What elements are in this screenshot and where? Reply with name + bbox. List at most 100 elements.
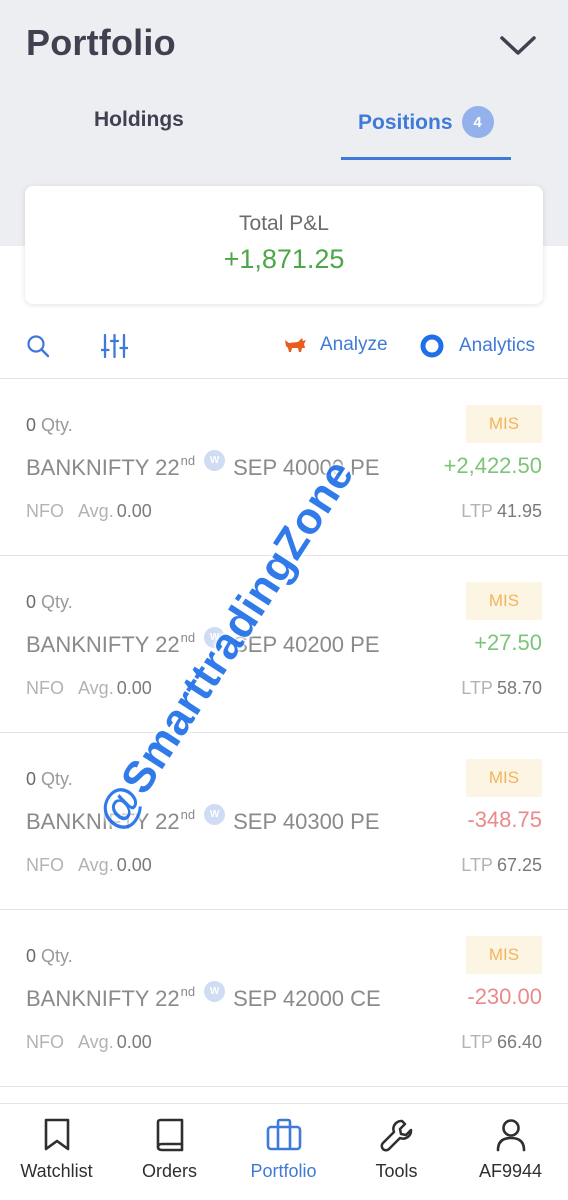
divider	[0, 909, 568, 910]
exchange-avg: NFO Avg. 0.00	[26, 501, 152, 522]
exchange: NFO	[26, 678, 64, 698]
qty-unit: Qty.	[41, 946, 73, 966]
avg-value: 0.00	[116, 678, 152, 698]
tab-holdings[interactable]: Holdings	[94, 108, 184, 132]
avg-value: 0.00	[116, 501, 152, 521]
product-badge: MIS	[466, 582, 542, 620]
chevron-down-icon[interactable]	[498, 30, 538, 60]
ltp: LTP 41.95	[461, 501, 542, 522]
position-pnl: +2,422.50	[443, 453, 542, 478]
instrument-name: BANKNIFTY 22nd W SEP 42000 CE	[26, 981, 381, 1012]
ltp: LTP 58.70	[461, 678, 542, 699]
position-pnl: +27.50	[474, 630, 542, 655]
briefcase-icon	[266, 1118, 301, 1151]
nav-account-label: AF9944	[478, 1161, 543, 1181]
contract: SEP 42000 CE	[233, 986, 381, 1011]
nav-watchlist-label: Watchlist	[20, 1161, 93, 1181]
nav-orders-label: Orders	[141, 1161, 197, 1181]
nav-portfolio-label: Portfolio	[250, 1161, 317, 1181]
avg-label: Avg.	[78, 678, 114, 698]
date-suffix: nd	[180, 630, 196, 645]
product-badge: MIS	[466, 936, 542, 974]
wrench-icon	[380, 1119, 412, 1152]
ltp: LTP 67.25	[461, 855, 542, 876]
ltp-label: LTP	[461, 501, 493, 521]
position-pnl: -348.75	[467, 807, 542, 832]
nav-tools-label: Tools	[375, 1161, 418, 1181]
avg-value: 0.00	[116, 855, 152, 875]
ltp-value: 58.70	[496, 678, 542, 698]
contract: SEP 40300 PE	[233, 809, 380, 834]
active-tab-indicator	[341, 157, 511, 160]
ltp-label: LTP	[461, 1032, 493, 1052]
bottom-nav: Watchlist Orders Portfolio Tools AF9944	[0, 1103, 568, 1200]
ltp: LTP 66.40	[461, 1032, 542, 1053]
exchange: NFO	[26, 1032, 64, 1052]
weekly-badge: W	[204, 804, 226, 825]
exchange: NFO	[26, 855, 64, 875]
qty-value: 0	[26, 415, 37, 435]
page-title: Portfolio	[26, 22, 176, 63]
exchange-avg: NFO Avg. 0.00	[26, 1032, 152, 1053]
user-icon	[496, 1119, 525, 1152]
analytics-ring-icon	[420, 334, 444, 358]
weekly-badge: W	[204, 981, 226, 1002]
exchange-avg: NFO Avg. 0.00	[26, 678, 152, 699]
search-icon[interactable]	[26, 334, 50, 358]
ltp-value: 67.25	[496, 855, 542, 875]
qty-unit: Qty.	[41, 769, 73, 789]
date-suffix: nd	[180, 807, 196, 822]
analyze-button[interactable]: Analyze	[283, 334, 388, 356]
qty-text: 0 Qty.	[26, 946, 73, 967]
sliders-icon[interactable]	[101, 333, 128, 359]
analytics-button[interactable]: Analytics	[420, 334, 535, 358]
divider	[0, 378, 568, 379]
positions-count-badge: 4	[461, 106, 494, 138]
qty-text: 0 Qty.	[26, 769, 73, 790]
total-pnl-card: Total P&L +1,871.25	[25, 186, 543, 304]
nav-tools[interactable]: Tools	[340, 1118, 453, 1182]
product-badge: MIS	[466, 759, 542, 797]
date-suffix: nd	[180, 453, 196, 468]
avg-label: Avg.	[78, 501, 114, 521]
date-suffix: nd	[180, 984, 196, 999]
instrument-name: BANKNIFTY 22nd W SEP 40300 PE	[26, 804, 380, 835]
qty-unit: Qty.	[41, 592, 73, 612]
nav-orders[interactable]: Orders	[113, 1118, 226, 1182]
ltp-label: LTP	[461, 855, 493, 875]
nav-portfolio[interactable]: Portfolio	[227, 1118, 340, 1182]
ltp-value: 66.40	[496, 1032, 542, 1052]
position-pnl: -230.00	[467, 984, 542, 1009]
qty-value: 0	[26, 946, 37, 966]
tab-positions-label: Positions	[358, 111, 453, 134]
qty-value: 0	[26, 592, 37, 612]
qty-text: 0 Qty.	[26, 592, 73, 613]
divider	[0, 1086, 568, 1087]
avg-label: Avg.	[78, 855, 114, 875]
weekly-badge: W	[204, 450, 226, 471]
avg-label: Avg.	[78, 1032, 114, 1052]
book-icon	[156, 1118, 183, 1152]
exchange: NFO	[26, 501, 64, 521]
tab-positions[interactable]: Positions 4	[358, 106, 494, 138]
product-badge: MIS	[466, 405, 542, 443]
divider	[0, 732, 568, 733]
nav-watchlist[interactable]: Watchlist	[0, 1118, 113, 1182]
ltp-value: 41.95	[496, 501, 542, 521]
bull-icon	[285, 338, 306, 352]
symbol: BANKNIFTY 22	[26, 455, 180, 480]
avg-value: 0.00	[116, 1032, 152, 1052]
analytics-label: Analytics	[459, 335, 536, 356]
ltp-label: LTP	[461, 678, 493, 698]
exchange-avg: NFO Avg. 0.00	[26, 855, 152, 876]
qty-value: 0	[26, 769, 37, 789]
total-pnl-label: Total P&L	[239, 212, 329, 235]
position-row[interactable]: 0 Qty. BANKNIFTY 22nd W SEP 42000 CE NFO Av…	[0, 928, 568, 1104]
nav-account[interactable]: AF9944	[454, 1118, 567, 1182]
analyze-label: Analyze	[320, 334, 388, 355]
position-row[interactable]: 0 Qty. BANKNIFTY 22nd W SEP 40300 PE NFO Av…	[0, 751, 568, 927]
total-pnl-value: +1,871.25	[223, 244, 345, 274]
tab-holdings-label: Holdings	[94, 108, 184, 131]
qty-text: 0 Qty.	[26, 415, 73, 436]
qty-unit: Qty.	[41, 415, 73, 435]
